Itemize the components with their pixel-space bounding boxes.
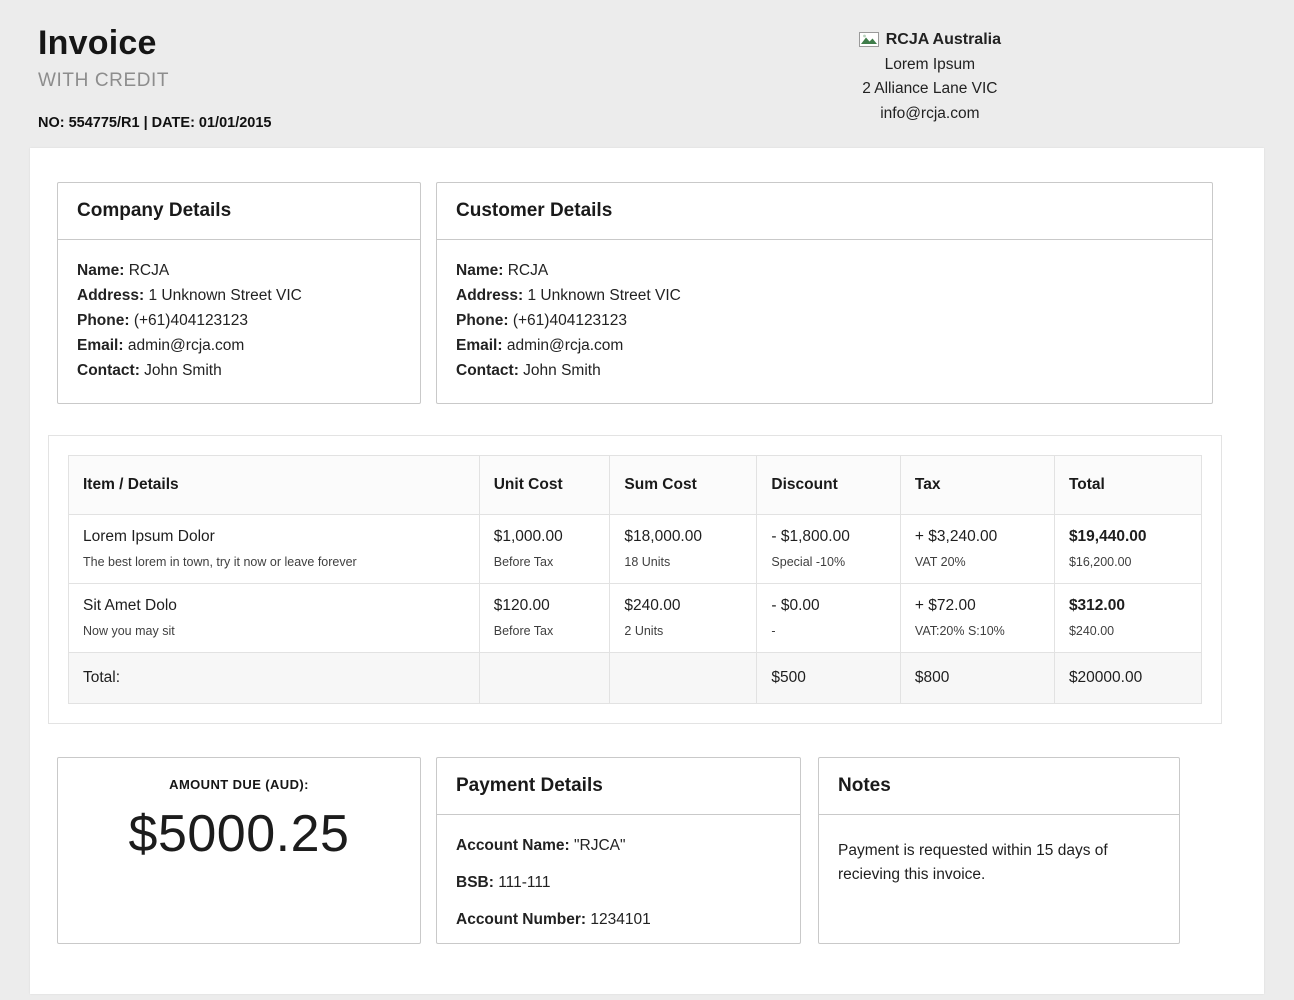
customer-field-phone: Phone: (+61)404123123 [456, 308, 1193, 333]
payment-details-body: Account Name: "RJCA" BSB: 111-111 Accoun… [437, 815, 800, 962]
broken-image-icon [859, 28, 879, 53]
customer-field-name: Name: RCJA [456, 258, 1193, 283]
grand-total-tax-cell: $800 [900, 653, 1054, 704]
company-details-panel: Company Details Name: RCJA Address: 1 Un… [57, 182, 421, 404]
grand-total-empty-cell [479, 653, 610, 704]
payment-field-account-name: Account Name: "RJCA" [456, 833, 781, 858]
col-header-discount: Discount [757, 456, 901, 515]
unit-cost-cell: $1,000.00 Before Tax [479, 515, 610, 584]
grand-total-empty-cell [610, 653, 757, 704]
page-header: Invoice WITH CREDIT NO: 554775/R1 | DATE… [0, 0, 1294, 148]
col-header-item: Item / Details [69, 456, 480, 515]
sum-cost-cell: $240.00 2 Units [610, 584, 757, 653]
payment-details-title: Payment Details [437, 758, 800, 815]
company-field-phone: Phone: (+61)404123123 [77, 308, 401, 333]
title-block: Invoice WITH CREDIT NO: 554775/R1 | DATE… [38, 24, 272, 148]
bottom-row: AMOUNT DUE (AUD): $5000.25 Payment Detai… [30, 757, 1264, 944]
item-row: Sit Amet Dolo Now you may sit $120.00 Be… [69, 584, 1202, 653]
col-header-sum-cost: Sum Cost [610, 456, 757, 515]
page-subtitle: WITH CREDIT [38, 70, 272, 92]
item-cell: Sit Amet Dolo Now you may sit [69, 584, 480, 653]
unit-cost-cell: $120.00 Before Tax [479, 584, 610, 653]
col-header-tax: Tax [900, 456, 1054, 515]
grand-total-total-cell: $20000.00 [1054, 653, 1201, 704]
customer-details-panel: Customer Details Name: RCJA Address: 1 U… [436, 182, 1213, 404]
seller-block: RCJA Australia Lorem Ipsum 2 Alliance La… [859, 28, 1001, 148]
payment-details-panel: Payment Details Account Name: "RJCA" BSB… [436, 757, 801, 944]
notes-title: Notes [819, 758, 1179, 815]
notes-panel: Notes Payment is requested within 15 day… [818, 757, 1180, 944]
company-field-email: Email: admin@rcja.com [77, 333, 401, 358]
company-field-address: Address: 1 Unknown Street VIC [77, 283, 401, 308]
payment-field-account-number: Account Number: 1234101 [456, 907, 781, 932]
company-field-contact: Contact: John Smith [77, 358, 401, 383]
invoice-page: Invoice WITH CREDIT NO: 554775/R1 | DATE… [0, 0, 1294, 1000]
seller-line1: Lorem Ipsum [859, 53, 1001, 78]
items-table-header-row: Item / Details Unit Cost Sum Cost Discou… [69, 456, 1202, 515]
company-details-title: Company Details [58, 183, 420, 240]
customer-field-address: Address: 1 Unknown Street VIC [456, 283, 1193, 308]
grand-total-row: Total: $500 $800 $20000.00 [69, 653, 1202, 704]
customer-details-body: Name: RCJA Address: 1 Unknown Street VIC… [437, 240, 1212, 401]
item-row: Lorem Ipsum Dolor The best lorem in town… [69, 515, 1202, 584]
payment-field-bsb: BSB: 111-111 [456, 870, 781, 895]
invoice-meta: NO: 554775/R1 | DATE: 01/01/2015 [38, 115, 272, 131]
company-details-body: Name: RCJA Address: 1 Unknown Street VIC… [58, 240, 420, 401]
details-row: Company Details Name: RCJA Address: 1 Un… [30, 182, 1264, 404]
col-header-unit-cost: Unit Cost [479, 456, 610, 515]
seller-name-row: RCJA Australia [859, 28, 1001, 53]
page-title: Invoice [38, 24, 272, 63]
amount-due-label: AMOUNT DUE (AUD): [58, 777, 420, 792]
amount-due-panel: AMOUNT DUE (AUD): $5000.25 [57, 757, 421, 944]
invoice-card: Company Details Name: RCJA Address: 1 Un… [30, 148, 1264, 994]
tax-cell: + $3,240.00 VAT 20% [900, 515, 1054, 584]
seller-name: RCJA Australia [886, 28, 1001, 53]
sum-cost-cell: $18,000.00 18 Units [610, 515, 757, 584]
discount-cell: - $1,800.00 Special -10% [757, 515, 901, 584]
notes-body: Payment is requested within 15 days of r… [819, 815, 1179, 905]
amount-due-value: $5000.25 [58, 804, 420, 864]
tax-cell: + $72.00 VAT:20% S:10% [900, 584, 1054, 653]
discount-cell: - $0.00 - [757, 584, 901, 653]
col-header-total: Total [1054, 456, 1201, 515]
customer-field-contact: Contact: John Smith [456, 358, 1193, 383]
grand-total-discount-cell: $500 [757, 653, 901, 704]
total-cell: $19,440.00 $16,200.00 [1054, 515, 1201, 584]
items-table: Item / Details Unit Cost Sum Cost Discou… [68, 455, 1202, 704]
grand-total-label-cell: Total: [69, 653, 480, 704]
seller-line2: 2 Alliance Lane VIC [859, 77, 1001, 102]
items-table-wrapper: Item / Details Unit Cost Sum Cost Discou… [48, 435, 1222, 724]
company-field-name: Name: RCJA [77, 258, 401, 283]
total-cell: $312.00 $240.00 [1054, 584, 1201, 653]
customer-field-email: Email: admin@rcja.com [456, 333, 1193, 358]
seller-line3: info@rcja.com [859, 102, 1001, 127]
item-cell: Lorem Ipsum Dolor The best lorem in town… [69, 515, 480, 584]
customer-details-title: Customer Details [437, 183, 1212, 240]
